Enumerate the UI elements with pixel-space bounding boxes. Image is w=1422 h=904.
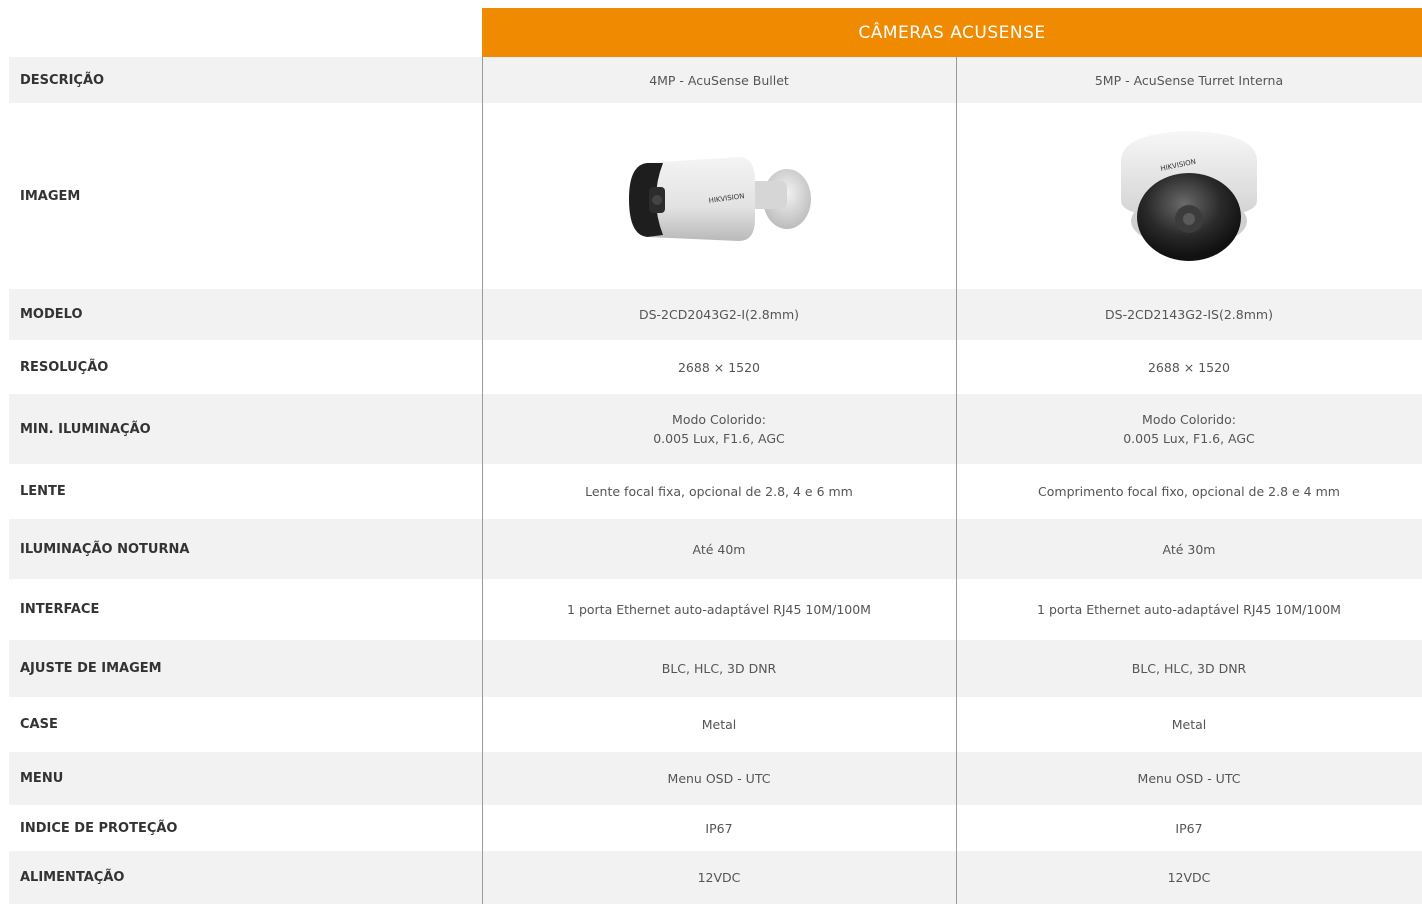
table-row: MIN. ILUMINAÇÃO Modo Colorido: 0.005 Lux…	[9, 394, 1422, 464]
table-header: CÂMERAS ACUSENSE	[482, 8, 1422, 57]
row-label: CASE	[20, 717, 58, 732]
row-label: INDICE DE PROTEÇÃO	[20, 820, 178, 836]
dome-camera-icon: HIKVISION	[1121, 131, 1257, 261]
cell-line: Modo Colorido:	[672, 412, 766, 427]
cell-camera-2: 2688 × 1520	[1147, 359, 1231, 375]
cell-camera-2: Comprimento focal fixo, opcional de 2.8 …	[1038, 484, 1340, 499]
cell-camera-2: 12VDC	[1167, 870, 1211, 885]
cell-line: 0.005 Lux, F1.6, AGC	[653, 431, 785, 446]
cell-camera-1: BLC, HLC, 3D DNR	[661, 661, 777, 676]
row-label: IMAGEM	[20, 188, 81, 204]
row-label: LENTE	[20, 484, 66, 499]
row-label: AJUSTE DE IMAGEM	[20, 661, 162, 676]
table-row: ALIMENTAÇÃO 12VDC 12VDC	[9, 851, 1422, 904]
table-row: INTERFACE 1 porta Ethernet auto-adaptáve…	[9, 579, 1422, 640]
cell-camera-1: Metal	[701, 717, 737, 732]
cell-camera-2: 5MP - AcuSense Turret Interna	[1094, 72, 1284, 88]
cell-camera-2: Metal	[1171, 717, 1207, 732]
table-row: INDICE DE PROTEÇÃO IP67 IP67	[9, 805, 1422, 851]
row-label: MODELO	[20, 307, 83, 322]
row-label: DESCRIÇÃO	[20, 72, 105, 88]
dome-camera-image: HIKVISION	[956, 103, 1422, 289]
cell-camera-1: Menu OSD - UTC	[667, 771, 771, 786]
table-row: ILUMINAÇÃO NOTURNA Até 40m Até 30m	[9, 519, 1422, 579]
cell-camera-2: Até 30m	[1162, 541, 1216, 557]
table-row: LENTE Lente focal fixa, opcional de 2.8,…	[9, 464, 1422, 519]
table-row: DESCRIÇÃO 4MP - AcuSense Bullet 5MP - Ac…	[9, 57, 1422, 103]
cell-camera-1: Até 40m	[692, 541, 746, 557]
cell-line: 0.005 Lux, F1.6, AGC	[1123, 431, 1255, 446]
column-divider	[956, 57, 957, 904]
cell-camera-2: DS-2CD2143G2-IS(2.8mm)	[1105, 307, 1273, 322]
row-label: MENU	[20, 771, 64, 786]
row-label: RESOLUÇÃO	[20, 359, 109, 375]
cell-camera-1: Lente focal fixa, opcional de 2.8, 4 e 6…	[585, 484, 853, 499]
column-divider	[482, 57, 483, 904]
row-label: MIN. ILUMINAÇÃO	[20, 421, 151, 437]
header-title: CÂMERAS ACUSENSE	[858, 22, 1046, 43]
table-row: AJUSTE DE IMAGEM BLC, HLC, 3D DNR BLC, H…	[9, 640, 1422, 697]
cell-camera-1: 1 porta Ethernet auto-adaptável RJ45 10M…	[567, 602, 871, 617]
cell-line: Modo Colorido:	[1142, 412, 1236, 427]
table-row: MODELO DS-2CD2043G2-I(2.8mm) DS-2CD2143G…	[9, 289, 1422, 340]
cell-camera-2: Menu OSD - UTC	[1137, 771, 1241, 786]
cell-camera-2: IP67	[1175, 820, 1203, 836]
table-row: CASE Metal Metal	[9, 697, 1422, 752]
bullet-camera-icon: HIKVISION	[629, 157, 811, 241]
table-row: IMAGEM HIKVISION HIKVISION	[9, 103, 1422, 289]
cell-camera-1: 2688 × 1520	[677, 359, 761, 375]
row-label: ALIMENTAÇÃO	[20, 870, 125, 885]
cell-camera-1: IP67	[705, 820, 733, 836]
cell-camera-2: BLC, HLC, 3D DNR	[1131, 661, 1247, 676]
cell-camera-1: 4MP - AcuSense Bullet	[649, 72, 789, 88]
bullet-camera-image: HIKVISION	[482, 103, 956, 289]
row-label: INTERFACE	[20, 602, 100, 617]
cell-camera-1: 12VDC	[697, 870, 741, 885]
cell-camera-2: Modo Colorido: 0.005 Lux, F1.6, AGC	[956, 394, 1422, 464]
table-row: MENU Menu OSD - UTC Menu OSD - UTC	[9, 752, 1422, 805]
cell-camera-1: DS-2CD2043G2-I(2.8mm)	[638, 307, 799, 322]
table-row: RESOLUÇÃO 2688 × 1520 2688 × 1520	[9, 340, 1422, 394]
cell-camera-2: 1 porta Ethernet auto-adaptável RJ45 10M…	[1037, 602, 1341, 617]
cell-camera-1: Modo Colorido: 0.005 Lux, F1.6, AGC	[482, 394, 956, 464]
comparison-table: CÂMERAS ACUSENSE DESCRIÇÃO 4MP - AcuSens…	[0, 0, 1422, 904]
row-label: ILUMINAÇÃO NOTURNA	[20, 541, 190, 557]
